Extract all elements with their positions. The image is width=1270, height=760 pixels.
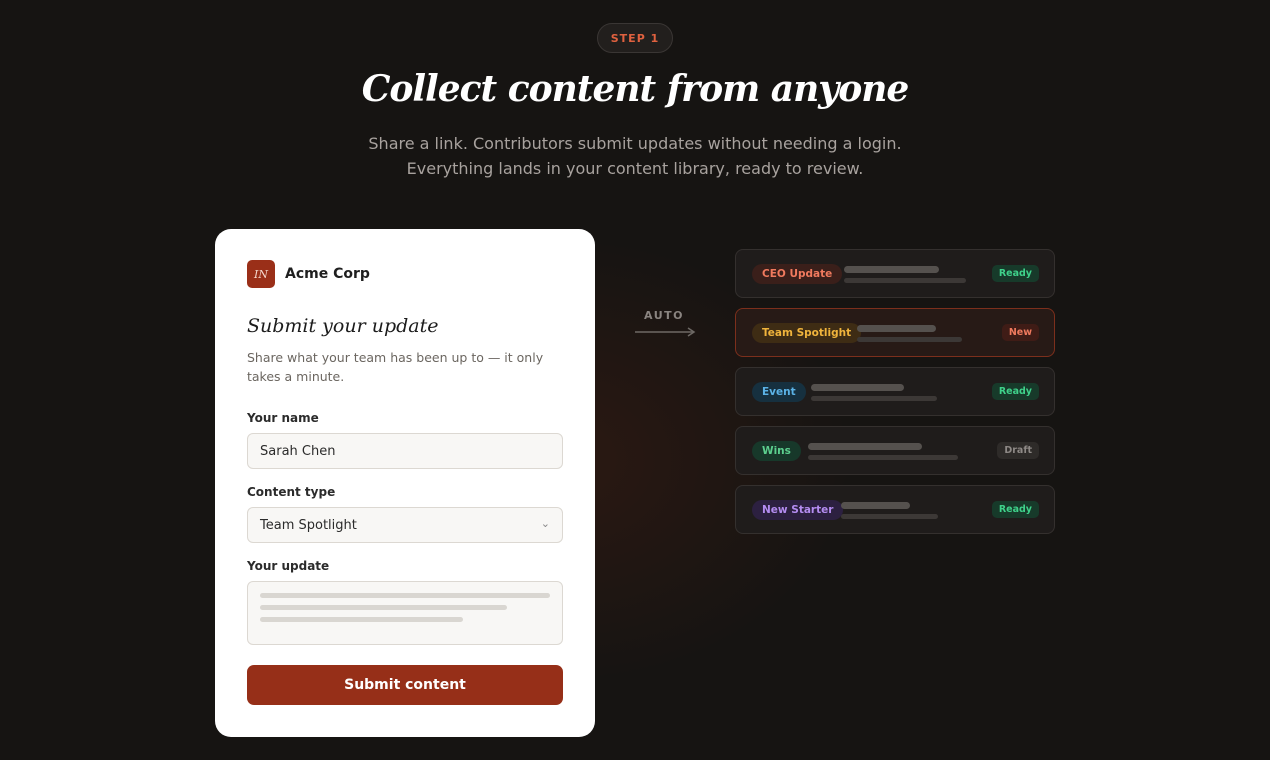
brand: IN Acme Corp <box>247 260 370 288</box>
status-badge: Draft <box>997 442 1039 459</box>
placeholder-line <box>260 617 463 622</box>
meta-placeholder <box>857 337 962 342</box>
status-badge: Ready <box>991 383 1039 400</box>
content-type-select[interactable]: Team Spotlight ⌄ <box>247 507 563 543</box>
arrow-right-icon <box>635 327 696 337</box>
auto-label: AUTO <box>644 309 684 322</box>
tag-new-starter: New Starter <box>752 500 844 520</box>
hero-subtitle-line2: Everything lands in your content library… <box>406 159 864 178</box>
meta-placeholder <box>808 455 958 460</box>
submit-form-card: IN Acme Corp Submit your update Share wh… <box>215 229 595 737</box>
library-item[interactable]: CEO Update Ready <box>735 249 1055 298</box>
title-placeholder <box>841 502 910 509</box>
meta-placeholder <box>841 514 938 519</box>
name-input-value: Sarah Chen <box>260 443 336 459</box>
tag-ceo-update: CEO Update <box>752 264 843 284</box>
library-item[interactable]: New Starter Ready <box>735 485 1055 534</box>
status-badge: New <box>1001 324 1039 341</box>
form-title: Submit your update <box>247 315 439 337</box>
form-description: Share what your team has been up to — it… <box>247 350 544 384</box>
brand-name: Acme Corp <box>285 266 370 282</box>
tag-team-spotlight: Team Spotlight <box>752 323 862 343</box>
brand-logo: IN <box>247 260 275 288</box>
title-placeholder <box>857 325 936 332</box>
hero-title: Collect content from anyone <box>361 68 910 110</box>
name-input[interactable]: Sarah Chen <box>247 433 563 469</box>
placeholder-line <box>260 605 507 610</box>
update-textarea[interactable] <box>247 581 563 645</box>
step-badge: STEP 1 <box>597 23 673 53</box>
hero-subtitle-line1: Share a link. Contributors submit update… <box>368 134 902 153</box>
hero-subtitle: Share a link. Contributors submit update… <box>0 131 1270 181</box>
title-placeholder <box>811 384 904 391</box>
library-item[interactable]: Event Ready <box>735 367 1055 416</box>
library-item-highlighted[interactable]: Team Spotlight New <box>735 308 1055 357</box>
submit-content-button[interactable]: Submit content <box>247 665 563 705</box>
title-placeholder <box>844 266 939 273</box>
status-badge: Ready <box>991 501 1039 518</box>
placeholder-line <box>260 593 550 598</box>
meta-placeholder <box>811 396 937 401</box>
title-placeholder <box>808 443 922 450</box>
update-label: Your update <box>247 559 330 573</box>
tag-wins: Wins <box>752 441 801 461</box>
status-badge: Ready <box>991 265 1039 282</box>
tag-event: Event <box>752 382 806 402</box>
content-type-value: Team Spotlight <box>260 517 357 533</box>
name-label: Your name <box>247 411 319 425</box>
meta-placeholder <box>844 278 966 283</box>
library-item[interactable]: Wins Draft <box>735 426 1055 475</box>
chevron-down-icon: ⌄ <box>540 517 550 530</box>
content-type-label: Content type <box>247 485 336 499</box>
